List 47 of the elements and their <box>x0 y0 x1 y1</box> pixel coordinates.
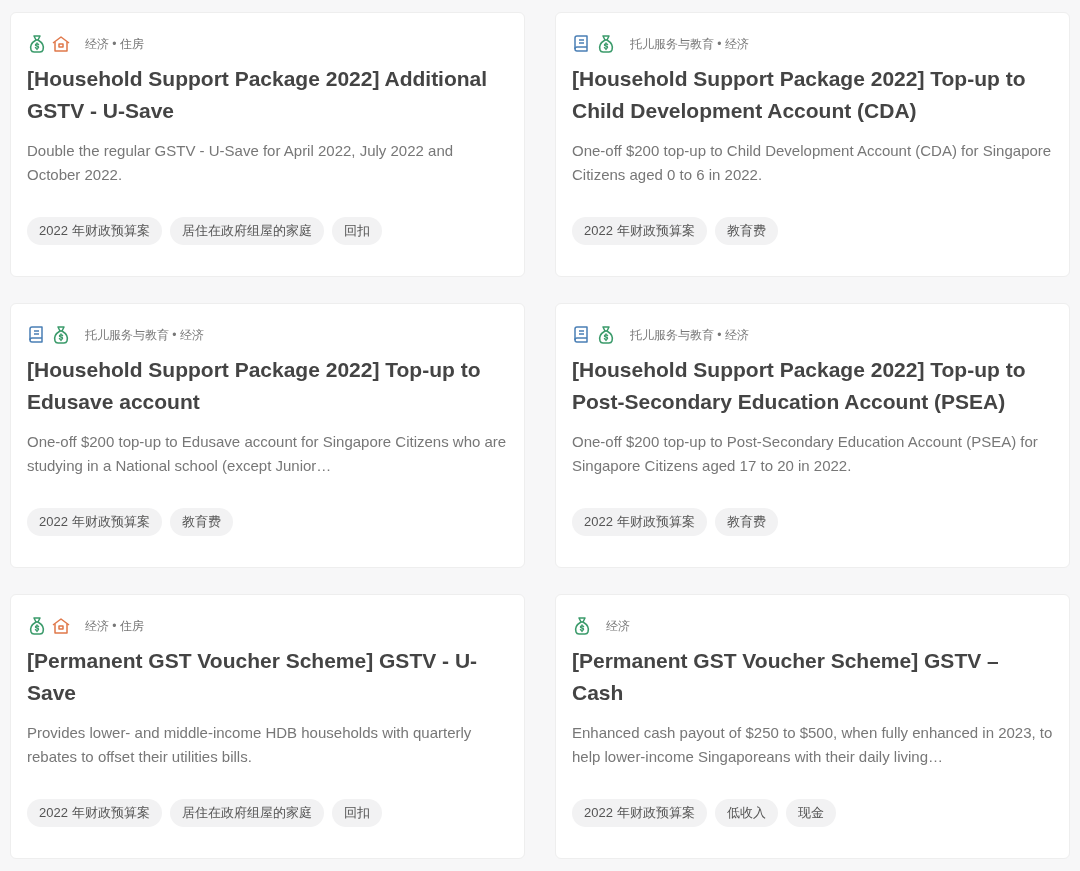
card-title: [Household Support Package 2022] Top-up to Post-Secondary Education Account (PSEA) <box>572 357 1027 415</box>
program-card[interactable] <box>10 303 525 568</box>
tag[interactable]: 低收入 <box>714 799 778 827</box>
category-label: 托儿服务与教育 • 经济 <box>85 327 204 344</box>
card-description: One-off $200 top-up to Post-Secondary Education Account (PSEA) for Singapore Citizens aged 17 to 20 in 2022. <box>572 432 1039 476</box>
category-label: 经济 <box>606 618 630 635</box>
card-description: One-off $200 top-up to Child Development Account (CDA) for Singapore Citizens aged 0 to 6 in 2022. <box>572 141 1053 185</box>
category-label: 托儿服务与教育 • 经济 <box>630 36 749 53</box>
category-label: 托儿服务与教育 • 经济 <box>630 327 749 344</box>
money-bag-icon <box>596 325 616 345</box>
category-label: 经济 • 住房 <box>85 36 144 53</box>
house-icon <box>51 616 71 636</box>
card-title: [Permanent GST Voucher Scheme] GSTV - U-Save <box>27 648 479 706</box>
tag[interactable]: 回扣 <box>331 799 382 827</box>
program-card[interactable] <box>555 12 1070 277</box>
tag[interactable]: 教育费 <box>714 508 778 536</box>
card-title: [Household Support Package 2022] Top-up to Edusave account <box>27 357 482 415</box>
category-label: 经济 • 住房 <box>85 618 144 635</box>
card-title: [Household Support Package 2022] Top-up to Child Development Account (CDA) <box>572 66 1027 124</box>
tag[interactable]: 居住在政府组屋的家庭 <box>169 799 324 827</box>
tag[interactable]: 居住在政府组屋的家庭 <box>169 217 324 245</box>
tag[interactable]: 2022 年财政预算案 <box>572 508 707 536</box>
program-card[interactable]: 经济 [Permanent GST Voucher Scheme] GSTV – Cash Enhanced cash payout of $250 to $500, when fully enhanced in 2023, to help lower-income Singaporeans with their daily living… 2022 年财政预算案 低收入 现金 <box>555 594 1070 859</box>
card-description: One-off $200 top-up to Edusave account for Singapore Citizens who are studying in a National school (except Junior… <box>27 432 508 476</box>
tag[interactable]: 2022 年财政预算案 <box>27 217 162 245</box>
tag[interactable]: 2022 年财政预算案 <box>27 508 162 536</box>
tag[interactable]: 2022 年财政预算案 <box>572 799 707 827</box>
money-bag-icon <box>596 34 616 54</box>
card-description: Provides lower- and middle-income HDB households with quarterly rebates to offset their utilities bills. <box>27 723 473 767</box>
card-description: Enhanced cash payout of $250 to $500, when fully enhanced in 2023, to help lower-income Singaporeans with their daily living… <box>572 723 1053 767</box>
money-bag-icon <box>27 616 47 636</box>
card-description: Double the regular GSTV - U-Save for April 2022, July 2022 and October 2022. <box>27 141 455 185</box>
money-bag-icon <box>572 616 592 636</box>
card-title: [Household Support Package 2022] Additional GSTV - U-Save <box>27 66 489 124</box>
house-icon <box>51 34 71 54</box>
tag[interactable]: 2022 年财政预算案 <box>572 217 707 245</box>
card-title: [Permanent GST Voucher Scheme] GSTV – Cash <box>572 648 1000 706</box>
program-card[interactable]: 经济 • 住房 [Permanent GST Voucher Scheme] GSTV - U-Save Provides lower- and middle-income HDB households with quarterly rebates to offset their utilities bills. 2022 年财政预算案 居住在政府组屋的家庭 回扣 <box>10 594 525 859</box>
program-card[interactable] <box>555 303 1070 568</box>
tag[interactable]: 教育费 <box>169 508 233 536</box>
tag[interactable]: 2022 年财政预算案 <box>27 799 162 827</box>
tag[interactable]: 教育费 <box>714 217 778 245</box>
tag[interactable]: 现金 <box>785 799 836 827</box>
money-bag-icon <box>27 34 47 54</box>
tag[interactable]: 回扣 <box>331 217 382 245</box>
program-card[interactable]: 经济 • 住房 [Household Support Package 2022] Additional GSTV - U-Save Double the regular GSTV - U-Save for April 2022, July 2022 and October 2022. 2022 年财政预算案 居住在政府组屋的家庭 回扣 <box>10 12 525 277</box>
money-bag-icon <box>51 325 71 345</box>
